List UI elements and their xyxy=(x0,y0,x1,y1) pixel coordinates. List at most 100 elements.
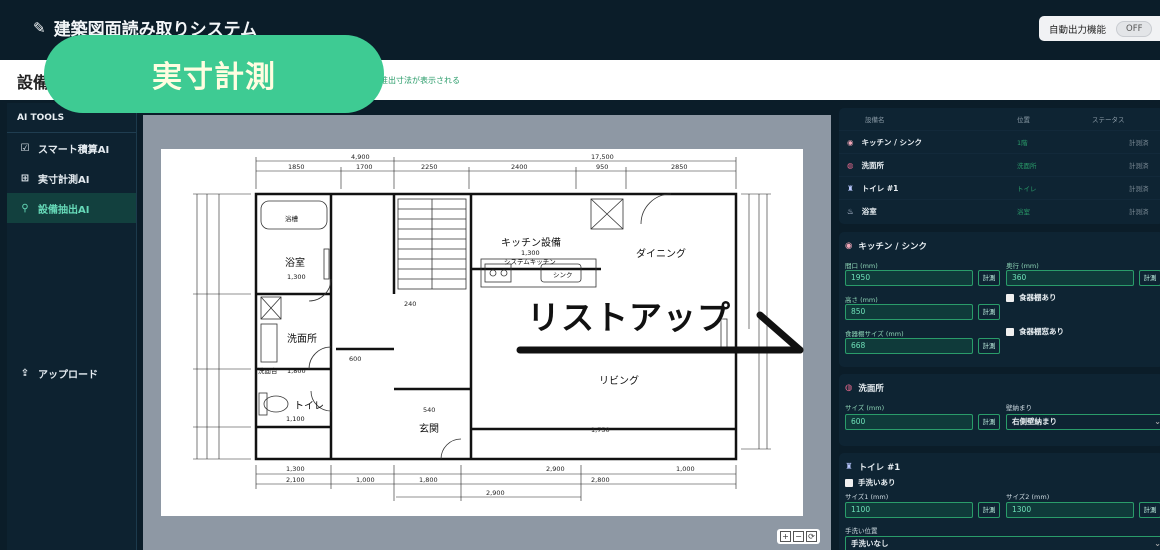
room-label: 玄関 xyxy=(419,422,439,435)
bathtub-icon: ♨ xyxy=(847,206,854,216)
dim-label: 2,800 xyxy=(591,476,610,484)
size1-label: サイズ1 (mm) xyxy=(845,493,889,501)
select-value: 右側壁納まり xyxy=(1012,417,1057,426)
chevron-down-icon: ⌄ xyxy=(1154,417,1160,426)
room-label: 1,300 xyxy=(521,249,540,257)
chevron-down-icon: ⌄ xyxy=(1154,539,1160,548)
dim-label: 2850 xyxy=(671,163,688,171)
checkbox-box xyxy=(1006,293,1014,302)
handwash-pos-label: 手洗い位置 xyxy=(845,527,878,535)
height-label: 高さ (mm) xyxy=(845,296,878,304)
equipment-name: 浴室 xyxy=(861,206,877,216)
table-row[interactable]: ♜ トイレ #1 トイレ 計測済 xyxy=(839,176,1160,199)
dim-label: 2250 xyxy=(421,163,438,171)
dishwasher-window-checkbox[interactable]: 食器棚窓あり xyxy=(1006,326,1064,337)
room-label: 浴室 xyxy=(285,256,305,269)
equipment-status: 計測済 xyxy=(1129,162,1149,170)
room-label: システムキッチン xyxy=(504,258,556,266)
card-title: ♜ トイレ #1 xyxy=(839,453,1160,473)
page-hint: 推出寸法が表示される xyxy=(380,76,460,85)
dim-label: 2400 xyxy=(511,163,528,171)
card-title-text: トイレ #1 xyxy=(858,463,901,473)
stove-icon: ◉ xyxy=(847,137,854,147)
sidebar-item-label: 設備抽出AI xyxy=(38,204,90,216)
card-title-text: キッチン / シンク xyxy=(858,242,927,252)
zoom-out-button[interactable]: − xyxy=(793,531,804,542)
sink-icon: ◍ xyxy=(847,160,854,170)
card-title-text: 洗面所 xyxy=(858,384,884,394)
size1-input[interactable]: 1100 xyxy=(845,502,973,518)
zoom-in-button[interactable]: + xyxy=(780,531,791,542)
arrow-icon xyxy=(516,311,804,354)
upload-label: アップロード xyxy=(38,369,98,381)
handwash-pos-select[interactable]: 手洗いなし ⌄ xyxy=(845,536,1160,550)
measure-button[interactable]: 計測 xyxy=(1139,270,1160,286)
table-row[interactable]: ♨ 浴室 浴室 計測済 xyxy=(839,199,1160,222)
room-label: 1,100 xyxy=(286,415,305,423)
measure-button[interactable]: 計測 xyxy=(978,502,1000,518)
room-label: ダイニング xyxy=(636,247,686,260)
table-row[interactable]: ◉ キッチン / シンク 1階 計測済 xyxy=(839,130,1160,153)
col-header-location: 位置 xyxy=(1017,116,1030,124)
size2-label: サイズ2 (mm) xyxy=(1006,493,1050,501)
auto-output-label: 自動出力機能 xyxy=(1049,24,1107,36)
equipment-location: 洗面所 xyxy=(1017,162,1037,170)
checkbox-label: 食器棚あり xyxy=(1019,293,1057,302)
dim-label: 1,000 xyxy=(356,476,375,484)
checkbox-box xyxy=(1006,327,1014,336)
toilet-icon: ♜ xyxy=(845,462,853,472)
measure-button[interactable]: 計測 xyxy=(978,270,1000,286)
storage-label: 壁納まり xyxy=(1006,404,1032,412)
dim-label: 1,000 xyxy=(676,465,695,473)
equipment-location: 浴室 xyxy=(1017,208,1030,216)
toilet-card: ♜ トイレ #1 手洗いあり サイズ1 (mm) 1100 計測 サイズ2 (mm… xyxy=(839,453,1160,550)
dim-label: 2,900 xyxy=(486,489,505,497)
auto-output-toggle[interactable]: OFF xyxy=(1116,20,1153,37)
width-input[interactable]: 1950 xyxy=(845,270,973,286)
size-input[interactable]: 600 xyxy=(845,414,973,430)
grid-icon: ⊞ xyxy=(20,172,30,184)
card-title: ◉ キッチン / シンク xyxy=(839,232,1160,252)
col-header-status: ステータス xyxy=(1092,116,1125,124)
dim-label: 2,100 xyxy=(286,476,305,484)
dim-label: 1700 xyxy=(356,163,373,171)
feature-badge: 実寸計測 xyxy=(44,35,384,113)
depth-input[interactable]: 360 xyxy=(1006,270,1134,286)
measure-button[interactable]: 計測 xyxy=(978,338,1000,354)
width-label: 間口 (mm) xyxy=(845,262,878,270)
measure-button[interactable]: 計測 xyxy=(978,304,1000,320)
dim-label: 540 xyxy=(423,406,435,414)
checkbox-label: 食器棚窓あり xyxy=(1019,327,1064,336)
washroom-card: ◍ 洗面所 サイズ (mm) 600 計測 壁納まり 右側壁納まり ⌄ xyxy=(839,374,1160,446)
size-label: サイズ (mm) xyxy=(845,404,885,412)
toilet-icon: ♜ xyxy=(847,183,854,193)
sidebar-item-label: スマート積算AI xyxy=(38,144,110,156)
height-input[interactable]: 850 xyxy=(845,304,973,320)
handwash-checkbox[interactable]: 手洗いあり xyxy=(845,477,896,488)
measure-button[interactable]: 計測 xyxy=(978,414,1000,430)
zoom-reset-button[interactable]: ⟳ xyxy=(806,531,817,542)
size2-input[interactable]: 1300 xyxy=(1006,502,1134,518)
kitchen-card: ◉ キッチン / シンク 間口 (mm) 1950 計測 奥行 (mm) 360 … xyxy=(839,232,1160,367)
search-icon: ⚲ xyxy=(21,202,29,214)
dishwasher-size-input[interactable]: 668 xyxy=(845,338,973,354)
equipment-location: トイレ xyxy=(1017,185,1037,193)
sidebar-item-measure[interactable]: ⊞ 実寸計測AI xyxy=(7,163,136,193)
dishwasher-size-label: 食器棚サイズ (mm) xyxy=(845,330,904,338)
measure-button[interactable]: 計測 xyxy=(1139,502,1160,518)
zoom-controls: + − ⟳ xyxy=(777,529,820,544)
sidebar-item-equipment[interactable]: ⚲ 設備抽出AI xyxy=(7,193,136,223)
storage-select[interactable]: 右側壁納まり ⌄ xyxy=(1006,414,1160,430)
equipment-name: トイレ #1 xyxy=(861,183,899,193)
dim-label: 1,750 xyxy=(591,426,610,434)
sidebar-item-label: 実寸計測AI xyxy=(38,174,90,186)
sidebar-item-smart-estimate[interactable]: ☑ スマート積算AI xyxy=(7,133,136,163)
checkbox-box xyxy=(845,478,853,487)
equipment-name: キッチン / シンク xyxy=(861,137,923,147)
upload-button[interactable]: ⇪ アップロード xyxy=(7,358,137,388)
room-label: 1,800 xyxy=(287,367,306,375)
table-row[interactable]: ◍ 洗面所 洗面所 計測済 xyxy=(839,153,1160,176)
room-label: 浴槽 xyxy=(285,214,299,223)
dishwasher-checkbox[interactable]: 食器棚あり xyxy=(1006,292,1057,303)
table-header: 設備名 位置 ステータス xyxy=(839,108,1160,130)
